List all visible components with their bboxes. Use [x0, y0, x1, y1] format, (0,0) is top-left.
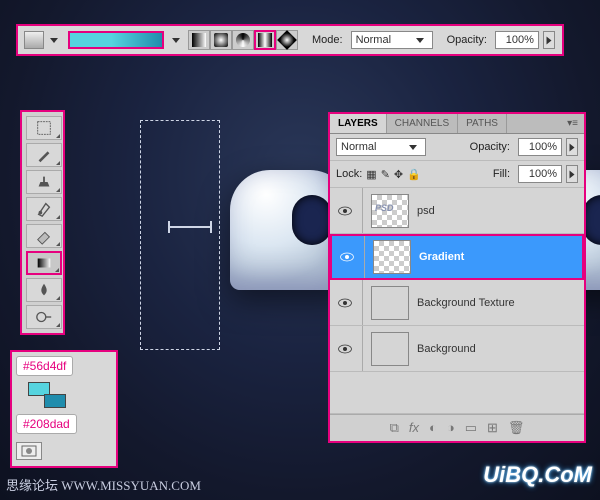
- mode-label: Mode:: [312, 34, 343, 46]
- watermark-right: UiBQ.CoM: [483, 462, 592, 488]
- lock-position-icon[interactable]: ✥: [394, 168, 403, 181]
- color-hex-1: #56d4df: [16, 356, 73, 376]
- gradient-preview[interactable]: [68, 31, 164, 49]
- gradient-color-callout: #56d4df #208dad: [10, 350, 118, 468]
- visibility-toggle[interactable]: [336, 340, 354, 358]
- layer-name[interactable]: Gradient: [419, 251, 464, 263]
- layers-panel-footer: ⧉ fx ◐ ◑ ▭ ⊞ 🗑: [330, 414, 584, 441]
- panel-tab-bar: LAYERS CHANNELS PATHS ▾≡: [330, 114, 584, 134]
- panel-menu-button[interactable]: ▾≡: [561, 114, 584, 133]
- blur-tool[interactable]: [26, 278, 62, 302]
- layer-mask-icon[interactable]: ◐: [429, 420, 437, 436]
- dodge-tool[interactable]: [26, 305, 62, 329]
- gradient-linear-button[interactable]: [188, 30, 210, 50]
- chevron-down-icon: [409, 145, 417, 150]
- chevron-right-icon: [546, 36, 551, 44]
- opacity-flyout-button[interactable]: [543, 31, 555, 49]
- brush-tool[interactable]: [26, 143, 62, 167]
- gradient-drag-indicator: [170, 226, 210, 228]
- gradient-diamond-button[interactable]: [276, 30, 298, 50]
- gradient-tool[interactable]: [26, 251, 62, 275]
- fill-flyout-button[interactable]: [566, 165, 578, 183]
- opacity-label: Opacity:: [447, 34, 487, 46]
- layer-name[interactable]: psd: [417, 205, 435, 217]
- new-group-icon[interactable]: ▭: [465, 420, 477, 436]
- layer-blend-mode-dropdown[interactable]: Normal: [336, 138, 426, 156]
- gradient-reflected-button[interactable]: [254, 30, 276, 50]
- patch-tool[interactable]: [26, 116, 62, 140]
- layer-thumbnail[interactable]: [373, 240, 411, 274]
- delete-layer-icon[interactable]: 🗑: [508, 420, 525, 436]
- blend-mode-dropdown[interactable]: Normal: [351, 31, 433, 49]
- gradient-type-group: [188, 30, 298, 50]
- layer-row[interactable]: Background Texture: [330, 280, 584, 326]
- eraser-tool[interactable]: [26, 224, 62, 248]
- layer-opacity-label: Opacity:: [470, 141, 510, 153]
- layer-name[interactable]: Background: [417, 343, 476, 355]
- layer-name[interactable]: Background Texture: [417, 297, 515, 309]
- layer-row[interactable]: Background: [330, 326, 584, 372]
- fill-label: Fill:: [493, 168, 510, 180]
- clone-stamp-tool[interactable]: [26, 170, 62, 194]
- layer-blend-mode-value: Normal: [341, 141, 376, 153]
- layer-thumbnail[interactable]: [371, 332, 409, 366]
- tab-layers[interactable]: LAYERS: [330, 114, 387, 133]
- layer-opacity-value: 100%: [529, 141, 557, 153]
- color-swatch-end[interactable]: [44, 394, 66, 408]
- lock-label: Lock:: [336, 168, 362, 180]
- chevron-down-icon[interactable]: [50, 38, 58, 43]
- tab-channels[interactable]: CHANNELS: [387, 114, 458, 133]
- toolbox: [20, 110, 65, 335]
- adjustment-layer-icon[interactable]: ◑: [447, 420, 455, 436]
- gradient-angle-button[interactable]: [232, 30, 254, 50]
- lock-pixels-icon[interactable]: ✎: [381, 168, 390, 181]
- fill-input[interactable]: 100%: [518, 165, 562, 183]
- lock-transparency-icon[interactable]: ▦: [366, 168, 376, 181]
- opacity-flyout-button[interactable]: [566, 138, 578, 156]
- lock-all-icon[interactable]: 🔒: [407, 168, 421, 181]
- tab-paths[interactable]: PATHS: [458, 114, 507, 133]
- blend-mode-value: Normal: [356, 34, 391, 46]
- layer-list: psd Gradient Background Texture Backgrou…: [330, 188, 584, 414]
- layer-thumbnail[interactable]: [371, 286, 409, 320]
- opacity-input[interactable]: 100%: [495, 31, 539, 49]
- color-hex-2: #208dad: [16, 414, 77, 434]
- visibility-toggle[interactable]: [338, 248, 356, 266]
- layer-thumbnail[interactable]: [371, 194, 409, 228]
- tool-preset-picker[interactable]: [24, 31, 44, 49]
- chevron-down-icon: [416, 38, 424, 43]
- layer-row[interactable]: psd: [330, 188, 584, 234]
- chevron-down-icon[interactable]: [172, 38, 180, 43]
- opacity-value: 100%: [506, 34, 534, 46]
- layer-row[interactable]: Gradient: [330, 234, 584, 280]
- visibility-toggle[interactable]: [336, 294, 354, 312]
- watermark-left: 思缘论坛 WWW.MISSYUAN.COM: [6, 475, 201, 494]
- selection-marquee: [140, 120, 220, 350]
- layer-fx-icon[interactable]: fx: [409, 420, 419, 436]
- new-layer-icon[interactable]: ⊞: [487, 420, 498, 436]
- layer-opacity-input[interactable]: 100%: [518, 138, 562, 156]
- gradient-stop-swatches: [28, 382, 78, 408]
- gradient-options-bar: Mode: Normal Opacity: 100%: [16, 24, 564, 56]
- layers-panel: LAYERS CHANNELS PATHS ▾≡ Normal Opacity:…: [328, 112, 586, 443]
- quick-mask-button[interactable]: [16, 442, 42, 460]
- link-layers-icon[interactable]: ⧉: [390, 420, 399, 436]
- history-brush-tool[interactable]: [26, 197, 62, 221]
- gradient-radial-button[interactable]: [210, 30, 232, 50]
- visibility-toggle[interactable]: [336, 202, 354, 220]
- fill-value: 100%: [529, 168, 557, 180]
